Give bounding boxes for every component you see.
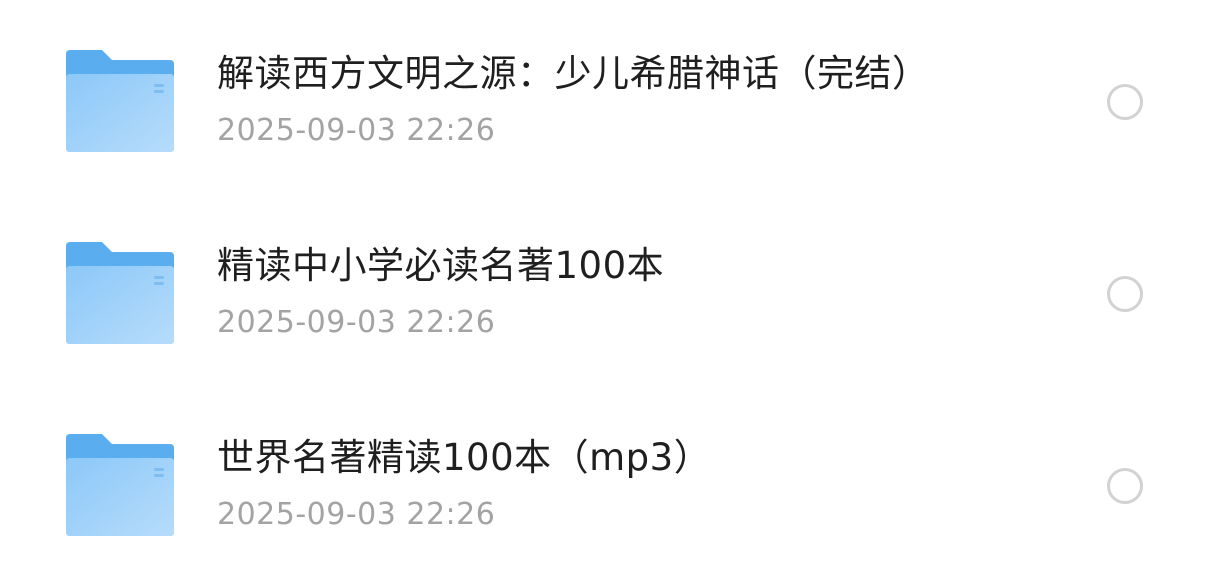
file-name: 解读西方文明之源：少儿希腊神话（完结） [217, 52, 930, 95]
list-item[interactable]: 解读西方文明之源：少儿希腊神话（完结） 2025-09-03 22:26 [0, 32, 1220, 182]
file-name: 世界名著精读100本（mp3） [217, 436, 712, 479]
folder-icon [66, 434, 174, 536]
file-list: 解读西方文明之源：少儿希腊神话（完结） 2025-09-03 22:26 精读中… [0, 0, 1220, 582]
list-item[interactable]: 精读中小学必读名著100本 2025-09-03 22:26 [0, 224, 1220, 374]
file-name: 精读中小学必读名著100本 [217, 244, 665, 287]
folder-icon [66, 50, 174, 152]
file-date: 2025-09-03 22:26 [217, 305, 496, 340]
select-radio[interactable] [1107, 84, 1143, 120]
file-date: 2025-09-03 22:26 [217, 113, 496, 148]
select-radio[interactable] [1107, 468, 1143, 504]
folder-icon [66, 242, 174, 344]
list-item[interactable]: 世界名著精读100本（mp3） 2025-09-03 22:26 [0, 416, 1220, 566]
select-radio[interactable] [1107, 276, 1143, 312]
file-date: 2025-09-03 22:26 [217, 497, 496, 532]
